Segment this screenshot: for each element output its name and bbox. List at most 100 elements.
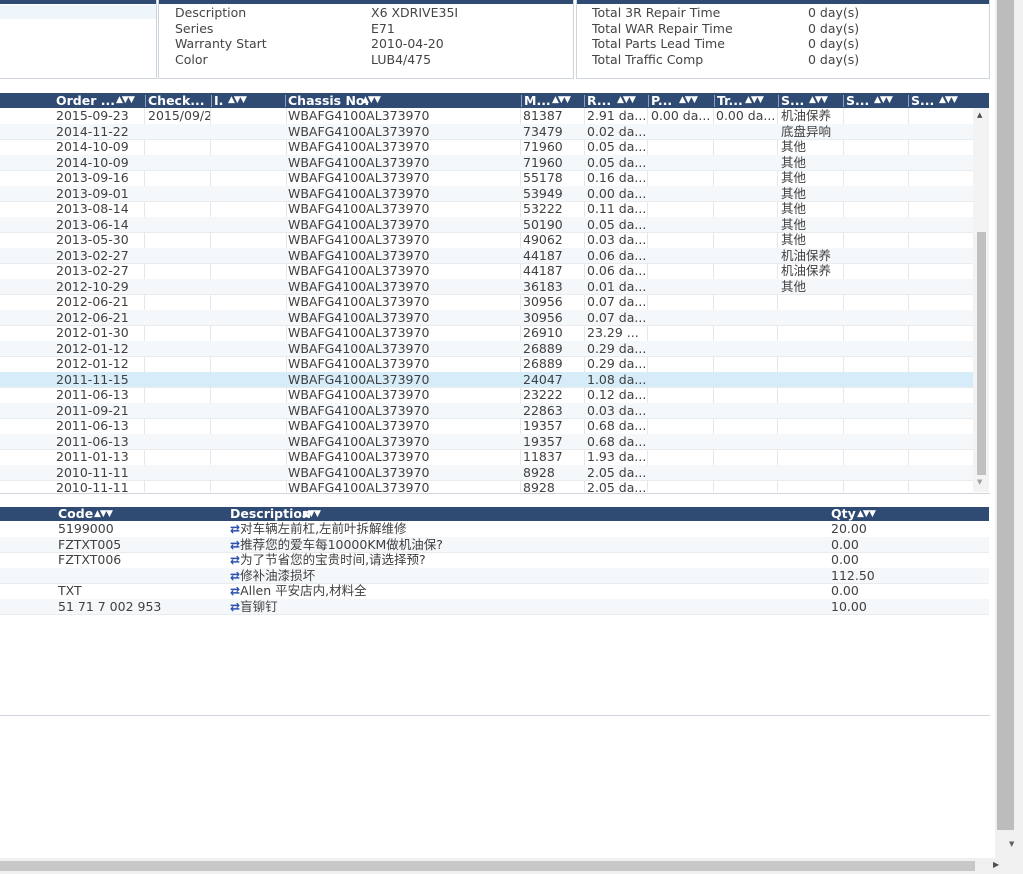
table-cell-s: 机油保养 bbox=[781, 263, 832, 278]
swap-arrows-icon[interactable]: ⇄ bbox=[230, 538, 240, 552]
table-row[interactable]: 2011-01-13 WBAFG4100AL373970 11837 1.93 da.… bbox=[0, 449, 973, 466]
swap-arrows-icon[interactable]: ⇄ bbox=[230, 584, 240, 598]
filter-icon[interactable]: ▼ bbox=[629, 93, 636, 108]
table-cell-order: 2013-02-27 bbox=[56, 263, 129, 278]
table-cell-r: 0.05 da... bbox=[587, 154, 647, 170]
swap-arrows-icon[interactable]: ⇄ bbox=[230, 569, 240, 583]
column-header[interactable]: S... ▲▼ ▼ bbox=[911, 93, 973, 108]
table-row[interactable]: 2014-10-09 WBAFG4100AL373970 71960 0.05 da.… bbox=[0, 154, 973, 171]
table-row[interactable]: 2011-06-13 WBAFG4100AL373970 23222 0.12 da.… bbox=[0, 387, 973, 404]
filter-icon[interactable]: ▼ bbox=[951, 93, 958, 108]
table-row[interactable]: 2015-09-23 2015/09/23 WBAFG4100AL373970 813… bbox=[0, 108, 973, 125]
page-vertical-scrollbar[interactable]: ▼ bbox=[995, 0, 1023, 858]
swap-arrows-icon[interactable]: ⇄ bbox=[230, 600, 240, 614]
orders-vertical-scrollbar[interactable]: ▲ ▼ bbox=[973, 108, 989, 492]
table-row[interactable]: 2010-11-11 WBAFG4100AL373970 8928 2.05 da..… bbox=[0, 464, 973, 481]
sort-icon[interactable]: ▲▼ bbox=[362, 93, 375, 108]
filter-icon[interactable]: ▼ bbox=[240, 93, 247, 108]
sort-icon[interactable]: ▲▼ bbox=[874, 93, 887, 108]
column-header[interactable]: Tr... ▲▼ ▼ bbox=[717, 93, 777, 108]
sort-icon[interactable]: ▲▼ bbox=[552, 93, 565, 108]
sort-icon[interactable]: ▲▼ bbox=[809, 93, 822, 108]
scroll-up-arrow-icon[interactable]: ▲ bbox=[977, 111, 982, 119]
sort-icon[interactable]: ▲▼ bbox=[302, 507, 315, 521]
column-header[interactable]: Check...▲▼▼ bbox=[148, 93, 210, 108]
table-row[interactable]: 2013-02-27 WBAFG4100AL373970 44187 0.06 da.… bbox=[0, 263, 973, 280]
sort-icon[interactable]: ▲▼ bbox=[939, 93, 952, 108]
page-scroll-track[interactable] bbox=[997, 0, 1014, 830]
swap-arrows-icon[interactable]: ⇄ bbox=[230, 522, 240, 536]
column-header[interactable]: I. ▲▼ ▼ bbox=[214, 93, 286, 108]
filter-icon[interactable]: ▼ bbox=[374, 93, 381, 108]
sort-icon[interactable]: ▲▼ bbox=[857, 507, 870, 521]
column-header[interactable]: Description ▲▼ ▼ bbox=[230, 507, 810, 521]
table-row[interactable]: 2013-02-27 WBAFG4100AL373970 44187 0.06 da.… bbox=[0, 247, 973, 264]
totals-list: Total 3R Repair Time 0 day(s) Total WAR Re… bbox=[592, 5, 859, 67]
swap-arrows-icon[interactable]: ⇄ bbox=[230, 553, 240, 567]
page-horizontal-scrollbar[interactable]: ▶ bbox=[0, 858, 1023, 874]
sort-icon[interactable]: ▲▼ bbox=[94, 507, 107, 521]
sort-icon[interactable]: ▲▼ bbox=[679, 93, 692, 108]
table-row[interactable]: 2010-11-11 WBAFG4100AL373970 8928 2.05 da..… bbox=[0, 480, 973, 492]
table-row[interactable]: 2012-06-21 WBAFG4100AL373970 30956 0.07 da.… bbox=[0, 294, 973, 311]
sort-icon[interactable]: ▲▼ bbox=[617, 93, 630, 108]
table-cell-qty: 10.00 bbox=[831, 598, 867, 614]
orders-scroll-thumb[interactable] bbox=[977, 232, 986, 475]
column-header[interactable]: M... ▲▼ ▼ bbox=[524, 93, 584, 108]
column-header[interactable]: S... ▲▼ ▼ bbox=[846, 93, 908, 108]
filter-icon[interactable]: ▼ bbox=[128, 93, 135, 108]
info-value: LUB4/475 bbox=[371, 51, 432, 67]
info-label: Warranty Start bbox=[175, 36, 267, 51]
header-separator bbox=[521, 95, 522, 107]
info-value: X6 XDRIVE35I bbox=[371, 5, 459, 20]
table-row[interactable]: 2012-01-30 WBAFG4100AL373970 26910 23.29 ..… bbox=[0, 325, 973, 342]
table-row[interactable]: 2011-11-15 WBAFG4100AL373970 24047 1.08 da.… bbox=[0, 371, 973, 388]
table-row[interactable]: 51 71 7 002 953 ⇄盲铆钉 10.00 bbox=[0, 598, 989, 615]
table-row[interactable]: 2012-06-21 WBAFG4100AL373970 30956 0.07 da.… bbox=[0, 309, 973, 326]
table-row[interactable]: 2014-10-09 WBAFG4100AL373970 71960 0.05 da.… bbox=[0, 139, 973, 156]
page-hscroll-thumb[interactable] bbox=[0, 861, 975, 871]
table-row[interactable]: 2014-11-22 WBAFG4100AL373970 73479 0.02 da.… bbox=[0, 123, 973, 140]
table-row[interactable]: 2012-01-12 WBAFG4100AL373970 26889 0.29 da.… bbox=[0, 356, 973, 373]
table-row[interactable]: 2013-09-16 WBAFG4100AL373970 55178 0.16 da.… bbox=[0, 170, 973, 187]
filter-icon[interactable]: ▼ bbox=[691, 93, 698, 108]
table-row[interactable]: 2012-10-29 WBAFG4100AL373970 36183 0.01 da.… bbox=[0, 278, 973, 295]
column-header[interactable]: Order ... ▲▼ ▼ bbox=[56, 93, 144, 108]
table-row[interactable]: 2013-08-14 WBAFG4100AL373970 53222 0.11 da.… bbox=[0, 201, 973, 218]
filter-icon[interactable]: ▼ bbox=[564, 93, 571, 108]
table-row[interactable]: 2011-06-13 WBAFG4100AL373970 19357 0.68 da.… bbox=[0, 418, 973, 435]
column-header[interactable]: Chassis No. ▲▼ ▼ bbox=[288, 93, 520, 108]
column-header[interactable]: R... ▲▼ ▼ bbox=[587, 93, 647, 108]
table-row[interactable]: 2011-06-13 WBAFG4100AL373970 19357 0.68 da.… bbox=[0, 433, 973, 450]
column-header[interactable]: S... ▲▼ ▼ bbox=[781, 93, 843, 108]
table-row[interactable]: 2012-01-12 WBAFG4100AL373970 26889 0.29 da.… bbox=[0, 340, 973, 357]
info-row: Total Parts Lead Time 0 day(s) bbox=[592, 36, 859, 52]
table-row[interactable]: 2013-09-01 WBAFG4100AL373970 53949 0.00 da.… bbox=[0, 185, 973, 202]
column-header[interactable]: Code ▲▼ ▼ bbox=[58, 507, 208, 521]
table-row[interactable]: FZTXT005 ⇄推荐您的爱车每10000KM做机油保? 0.00 bbox=[0, 536, 989, 553]
sort-icon[interactable]: ▲▼ bbox=[745, 93, 758, 108]
scroll-right-arrow-icon[interactable]: ▶ bbox=[993, 860, 999, 869]
sort-icon[interactable]: ▲▼ bbox=[116, 93, 129, 108]
table-cell-r: 0.12 da... bbox=[587, 387, 647, 402]
scroll-down-arrow-icon[interactable]: ▼ bbox=[977, 478, 982, 486]
table-row[interactable]: 2011-09-21 WBAFG4100AL373970 22863 0.03 da.… bbox=[0, 402, 973, 419]
table-row[interactable]: 5199000 ⇄对车辆左前杠,左前叶拆解维修 20.00 bbox=[0, 521, 989, 538]
scroll-down-arrow-icon[interactable]: ▼ bbox=[1009, 840, 1014, 848]
table-cell-s: 其他 bbox=[781, 170, 807, 185]
filter-icon[interactable]: ▼ bbox=[869, 507, 876, 521]
table-row[interactable]: FZTXT006 ⇄为了节省您的宝贵时间,请选择预? 0.00 bbox=[0, 552, 989, 569]
table-row[interactable]: ⇄修补油漆损坏 112.50 bbox=[0, 567, 989, 584]
filter-icon[interactable]: ▼ bbox=[886, 93, 893, 108]
filter-icon[interactable]: ▼ bbox=[757, 93, 764, 108]
filter-icon[interactable]: ▼ bbox=[106, 507, 113, 521]
table-row[interactable]: 2013-05-30 WBAFG4100AL373970 49062 0.03 da.… bbox=[0, 232, 973, 249]
filter-icon[interactable]: ▼ bbox=[314, 507, 321, 521]
table-cell-code: TXT bbox=[58, 583, 82, 598]
table-row[interactable]: TXT ⇄Allen 平安店内,材料全 0.00 bbox=[0, 583, 989, 600]
filter-icon[interactable]: ▼ bbox=[821, 93, 828, 108]
sort-icon[interactable]: ▲▼ bbox=[228, 93, 241, 108]
column-header[interactable]: Qty ▲▼ ▼ bbox=[831, 507, 971, 521]
table-row[interactable]: 2013-06-14 WBAFG4100AL373970 50190 0.05 da.… bbox=[0, 216, 973, 233]
column-header[interactable]: P... ▲▼ ▼ bbox=[651, 93, 713, 108]
